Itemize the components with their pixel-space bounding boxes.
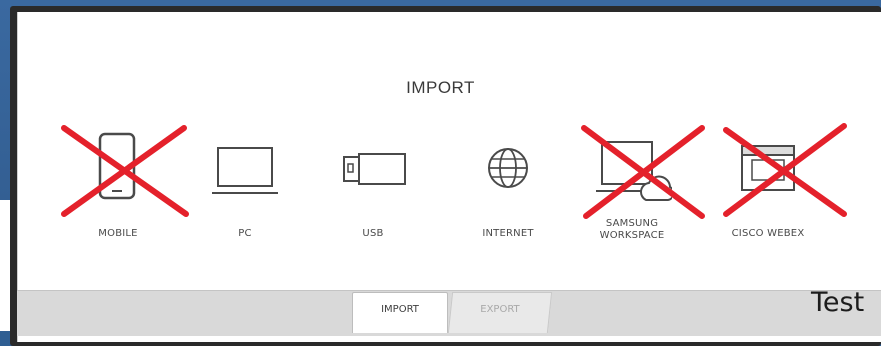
source-label: CISCO WEBEX <box>731 228 805 239</box>
source-mobile[interactable]: MOBILE <box>88 128 148 248</box>
usb-drive-icon <box>343 153 406 185</box>
source-label: MOBILE <box>98 228 138 239</box>
laptop-cloud-icon <box>596 141 672 201</box>
source-label: USB <box>362 228 384 239</box>
source-internet[interactable]: INTERNET <box>478 128 538 248</box>
source-label: SAMSUNG WORKSPACE <box>599 218 665 241</box>
dialog-title: IMPORT <box>406 78 475 97</box>
mobile-phone-icon <box>98 132 136 200</box>
source-usb[interactable]: USB <box>338 128 408 248</box>
tab-export[interactable]: EXPORT <box>447 292 553 333</box>
source-samsung-workspace[interactable]: SAMSUNG WORKSPACE <box>592 128 672 248</box>
tab-import[interactable]: IMPORT <box>352 292 448 333</box>
source-cisco-webex[interactable]: CISCO WEBEX <box>732 128 804 248</box>
source-label: PC <box>238 228 252 239</box>
overlay-text: Test <box>811 287 865 318</box>
globe-icon <box>488 148 528 188</box>
source-pc[interactable]: PC <box>210 128 280 248</box>
webex-monitor-icon <box>741 145 795 191</box>
laptop-icon <box>212 147 278 194</box>
tab-export-label: EXPORT <box>480 304 520 315</box>
source-label: INTERNET <box>482 228 534 239</box>
